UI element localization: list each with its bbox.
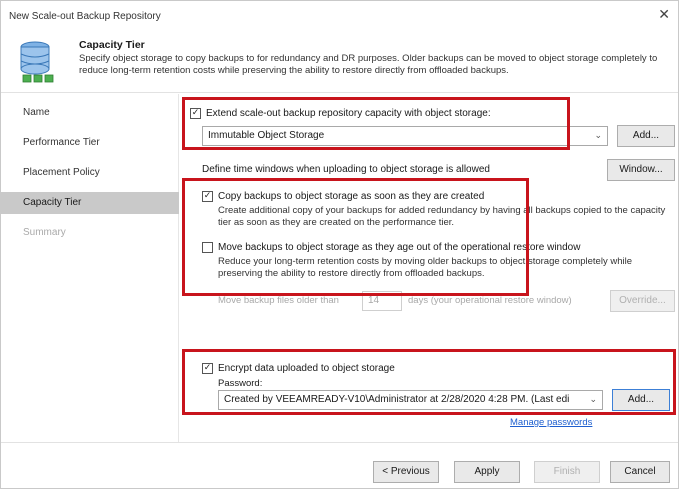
previous-button[interactable]: < Previous <box>373 461 439 483</box>
move-days-prefix: Move backup files older than <box>218 295 339 306</box>
wizard-header: Capacity Tier Specify object storage to … <box>1 29 678 93</box>
window-button[interactable]: Window... <box>607 159 675 181</box>
add-object-storage-button[interactable]: Add... <box>617 125 675 147</box>
manage-passwords-link[interactable]: Manage passwords <box>510 417 592 428</box>
close-icon[interactable]: ✕ <box>658 7 670 23</box>
step-summary: Summary <box>23 227 66 238</box>
window-title: New Scale-out Backup Repository <box>9 11 161 22</box>
step-capacity-tier[interactable]: Capacity Tier <box>1 192 179 214</box>
override-button: Override... <box>610 290 675 312</box>
database-stack-icon <box>20 41 54 83</box>
move-days-suffix: days (your operational restore window) <box>408 295 572 306</box>
highlight-encryption <box>182 349 676 415</box>
move-days-value: 14 <box>368 295 380 306</box>
header-description: Specify object storage to copy backups t… <box>79 53 658 76</box>
wizard-window: New Scale-out Backup Repository ✕ Capaci… <box>0 0 679 489</box>
wizard-footer: < Previous Apply Finish Cancel <box>1 442 678 488</box>
cancel-button[interactable]: Cancel <box>610 461 670 483</box>
title-bar: New Scale-out Backup Repository ✕ <box>1 1 678 29</box>
chevron-down-icon: ⌄ <box>594 131 602 141</box>
apply-button[interactable]: Apply <box>454 461 520 483</box>
step-performance-tier[interactable]: Performance Tier <box>1 132 179 154</box>
header-title: Capacity Tier <box>79 39 145 51</box>
finish-button: Finish <box>534 461 600 483</box>
wizard-steps: Name Performance Tier Placement Policy C… <box>1 94 179 442</box>
step-placement-policy[interactable]: Placement Policy <box>1 162 179 184</box>
time-window-description: Define time windows when uploading to ob… <box>202 164 490 175</box>
highlight-copy-move-options <box>182 178 529 296</box>
highlight-extend-capacity <box>182 97 570 150</box>
step-name[interactable]: Name <box>1 102 179 124</box>
